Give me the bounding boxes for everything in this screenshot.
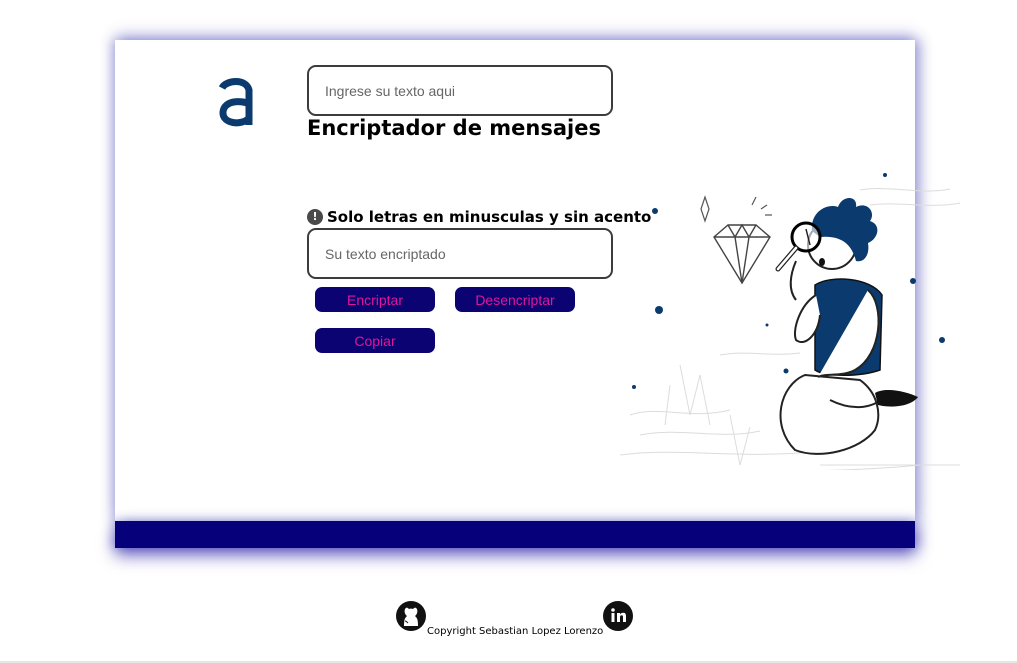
message-input[interactable] <box>307 65 613 116</box>
linkedin-icon[interactable] <box>603 601 633 631</box>
exclamation-circle-icon: ! <box>307 209 323 225</box>
person-magnifying-diamond-illustration <box>620 173 961 470</box>
hint: ! Solo letras en minusculas y sin acento <box>307 208 651 226</box>
card-bottom-band <box>115 521 915 548</box>
encrypted-output-field[interactable] <box>307 228 613 279</box>
github-icon[interactable] <box>396 601 426 631</box>
page: Encriptador de mensajes ! Solo letras en… <box>0 0 1017 663</box>
page-title: Encriptador de mensajes <box>307 116 601 140</box>
alura-logo-icon <box>218 78 253 127</box>
copyright-text: Copyright Sebastian Lopez Lorenzo <box>427 626 604 637</box>
decrypt-button[interactable]: Desencriptar <box>455 287 575 312</box>
hint-text: Solo letras en minusculas y sin acento <box>327 208 652 226</box>
encrypt-button[interactable]: Encriptar <box>315 287 435 312</box>
copy-button[interactable]: Copiar <box>315 328 435 353</box>
